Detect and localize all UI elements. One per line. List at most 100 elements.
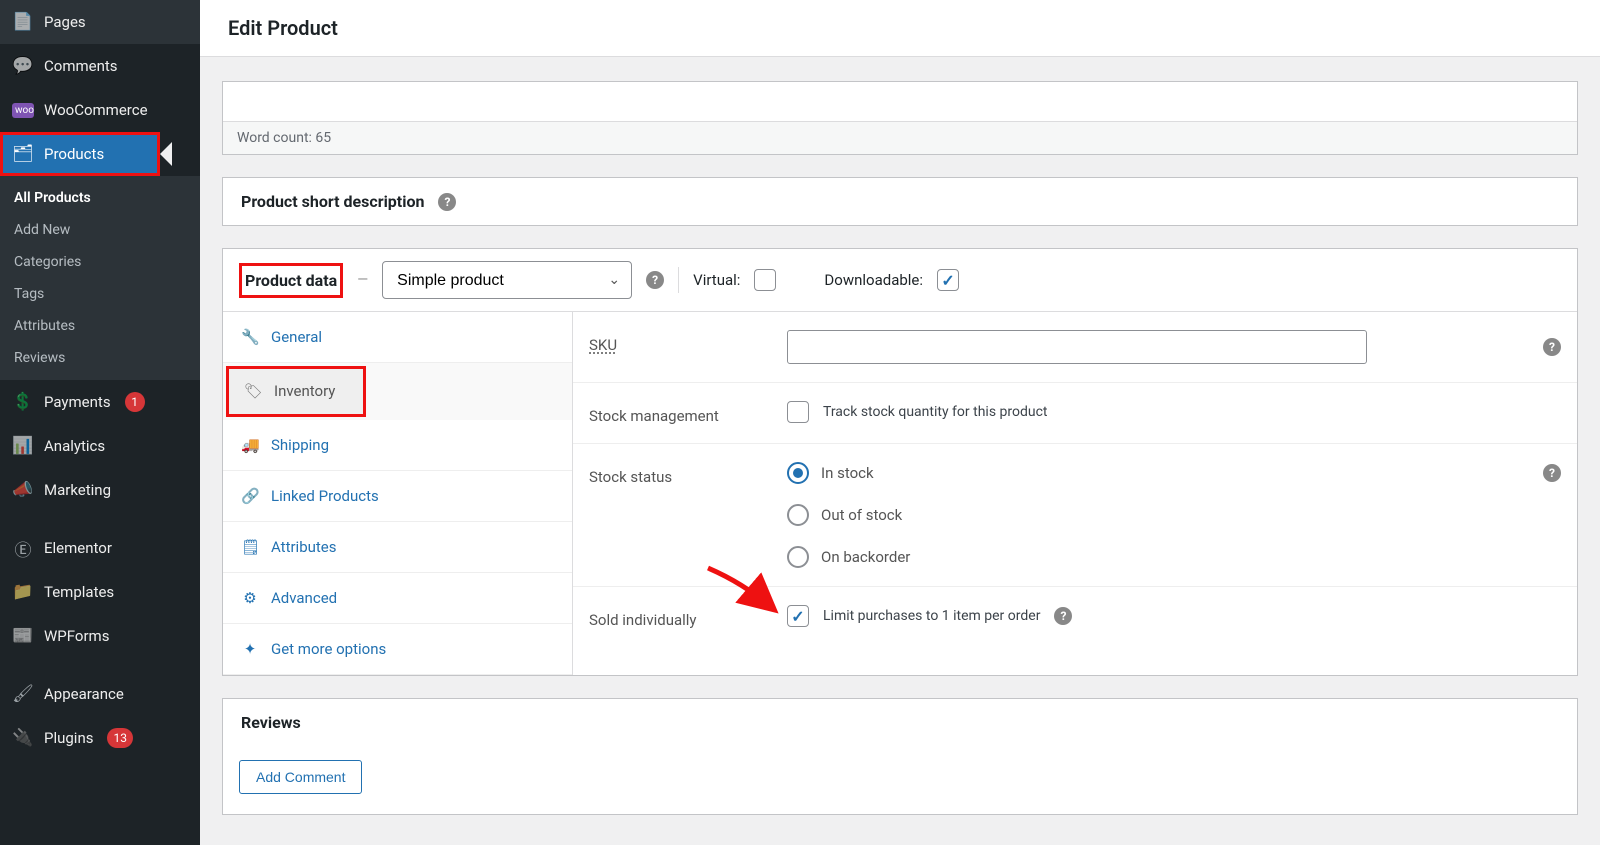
submenu-categories[interactable]: Categories bbox=[0, 246, 200, 278]
payments-icon: 💲 bbox=[12, 392, 34, 412]
pages-icon: 📄 bbox=[12, 12, 34, 32]
inventory-panel: SKU ? Stock management Track stock quant… bbox=[573, 312, 1577, 675]
analytics-icon: 📊 bbox=[12, 436, 34, 456]
comments-icon: 💬 bbox=[12, 56, 34, 76]
sidebar-item-pages[interactable]: 📄 Pages bbox=[0, 0, 200, 44]
truck-icon: 🚚 bbox=[241, 436, 259, 454]
sku-label: SKU bbox=[589, 330, 767, 354]
plugins-icon: 🔌 bbox=[12, 728, 34, 748]
sidebar-item-label: WooCommerce bbox=[44, 101, 148, 119]
sku-input[interactable] bbox=[787, 330, 1367, 364]
metabox-title: Product short description bbox=[241, 192, 424, 211]
separator bbox=[678, 267, 679, 293]
track-stock-checkbox[interactable] bbox=[787, 401, 809, 423]
submenu-all-products[interactable]: All Products bbox=[0, 182, 200, 214]
sidebar-item-appearance[interactable]: 🖌 Appearance bbox=[0, 672, 200, 716]
downloadable-label: Downloadable: bbox=[824, 271, 923, 289]
track-stock-text: Track stock quantity for this product bbox=[823, 404, 1048, 420]
sidebar-item-label: Pages bbox=[44, 13, 86, 31]
product-data-title: Product data bbox=[239, 263, 343, 298]
stock-mgmt-label: Stock management bbox=[589, 401, 767, 425]
page-title: Edit Product bbox=[200, 0, 1600, 57]
radio-icon bbox=[787, 546, 809, 568]
products-icon: 🗂 bbox=[12, 144, 34, 164]
submenu-tags[interactable]: Tags bbox=[0, 278, 200, 310]
products-submenu: All Products Add New Categories Tags Att… bbox=[0, 176, 200, 380]
add-comment-button[interactable]: Add Comment bbox=[239, 760, 362, 794]
virtual-label: Virtual: bbox=[693, 271, 740, 289]
stock-status-option-instock[interactable]: In stock bbox=[787, 462, 910, 484]
radio-icon bbox=[787, 504, 809, 526]
tag-icon: 🏷 bbox=[244, 382, 262, 400]
row-sold-individually: Sold individually Limit purchases to 1 i… bbox=[573, 586, 1577, 647]
downloadable-checkbox[interactable] bbox=[937, 269, 959, 291]
list-icon: 🗒 bbox=[241, 538, 259, 556]
sidebar-item-analytics[interactable]: 📊 Analytics bbox=[0, 424, 200, 468]
product-data-tabs: 🔧 General 🏷 Inventory 🚚 Shipping 🔗 Linke… bbox=[223, 312, 573, 675]
help-icon[interactable]: ? bbox=[1543, 464, 1561, 482]
appearance-icon: 🖌 bbox=[12, 684, 34, 704]
sidebar-item-label: Products bbox=[44, 145, 104, 163]
link-icon: 🔗 bbox=[241, 487, 259, 505]
wpforms-icon: 📰 bbox=[12, 626, 34, 646]
metabox-title: Reviews bbox=[241, 713, 301, 732]
woocommerce-icon: woo bbox=[12, 103, 34, 118]
stock-status-option-backorder[interactable]: On backorder bbox=[787, 546, 910, 568]
sidebar-item-label: Payments bbox=[44, 393, 111, 411]
help-icon[interactable]: ? bbox=[646, 271, 664, 289]
product-type-select[interactable]: Simple product bbox=[382, 261, 632, 299]
submenu-add-new[interactable]: Add New bbox=[0, 214, 200, 246]
elementor-icon: Ⓔ bbox=[12, 536, 34, 561]
main-content: Edit Product Word count: 65 Product shor… bbox=[200, 0, 1600, 845]
wrench-icon: 🔧 bbox=[241, 328, 259, 346]
row-stock-status: Stock status In stock Out of stock bbox=[573, 443, 1577, 586]
sidebar-item-wpforms[interactable]: 📰 WPForms bbox=[0, 614, 200, 658]
tab-more-options[interactable]: ✦ Get more options bbox=[223, 624, 572, 675]
sidebar-item-elementor[interactable]: Ⓔ Elementor bbox=[0, 526, 200, 570]
submenu-attributes[interactable]: Attributes bbox=[0, 310, 200, 342]
spark-icon: ✦ bbox=[241, 640, 259, 658]
help-icon[interactable]: ? bbox=[438, 193, 456, 211]
stock-status-label: Stock status bbox=[589, 462, 767, 486]
tab-shipping[interactable]: 🚚 Shipping bbox=[223, 420, 572, 471]
tab-attributes[interactable]: 🗒 Attributes bbox=[223, 522, 572, 573]
short-description-metabox: Product short description ? bbox=[222, 177, 1578, 226]
stock-status-option-outofstock[interactable]: Out of stock bbox=[787, 504, 910, 526]
templates-icon: 📁 bbox=[12, 582, 34, 602]
sold-individually-text: Limit purchases to 1 item per order bbox=[823, 608, 1040, 624]
row-stock-management: Stock management Track stock quantity fo… bbox=[573, 382, 1577, 443]
sidebar-item-templates[interactable]: 📁 Templates bbox=[0, 570, 200, 614]
tab-advanced[interactable]: ⚙ Advanced bbox=[223, 573, 572, 624]
editor-body-placeholder bbox=[223, 82, 1577, 122]
sidebar-item-marketing[interactable]: 📣 Marketing bbox=[0, 468, 200, 512]
sidebar-item-label: WPForms bbox=[44, 627, 109, 645]
separator-dash: — bbox=[357, 272, 368, 288]
sidebar-item-label: Elementor bbox=[44, 539, 112, 557]
sidebar-item-label: Comments bbox=[44, 57, 118, 75]
sidebar-item-label: Plugins bbox=[44, 729, 93, 747]
virtual-checkbox[interactable] bbox=[754, 269, 776, 291]
sold-individually-checkbox[interactable] bbox=[787, 605, 809, 627]
tab-linked-products[interactable]: 🔗 Linked Products bbox=[223, 471, 572, 522]
sidebar-item-woocommerce[interactable]: woo WooCommerce bbox=[0, 88, 200, 132]
sold-individually-label: Sold individually bbox=[589, 605, 767, 629]
word-count: Word count: 65 bbox=[223, 122, 1577, 154]
help-icon[interactable]: ? bbox=[1054, 607, 1072, 625]
sidebar-item-products[interactable]: 🗂 Products bbox=[0, 132, 160, 176]
help-icon[interactable]: ? bbox=[1543, 338, 1561, 356]
reviews-metabox: Reviews Add Comment bbox=[222, 698, 1578, 815]
product-data-metabox: Product data — Simple product ⌄ ? Virtua… bbox=[222, 248, 1578, 676]
row-sku: SKU ? bbox=[573, 312, 1577, 382]
product-data-header: Product data — Simple product ⌄ ? Virtua… bbox=[223, 249, 1577, 312]
sidebar-item-label: Templates bbox=[44, 583, 114, 601]
badge: 13 bbox=[107, 728, 133, 748]
marketing-icon: 📣 bbox=[12, 480, 34, 500]
sidebar-item-payments[interactable]: 💲 Payments 1 bbox=[0, 380, 200, 424]
sidebar-item-plugins[interactable]: 🔌 Plugins 13 bbox=[0, 716, 200, 760]
sidebar-item-label: Marketing bbox=[44, 481, 111, 499]
tab-general[interactable]: 🔧 General bbox=[223, 312, 572, 363]
submenu-reviews[interactable]: Reviews bbox=[0, 342, 200, 374]
gear-icon: ⚙ bbox=[241, 589, 259, 607]
sidebar-item-comments[interactable]: 💬 Comments bbox=[0, 44, 200, 88]
tab-inventory[interactable]: 🏷 Inventory bbox=[226, 366, 366, 417]
